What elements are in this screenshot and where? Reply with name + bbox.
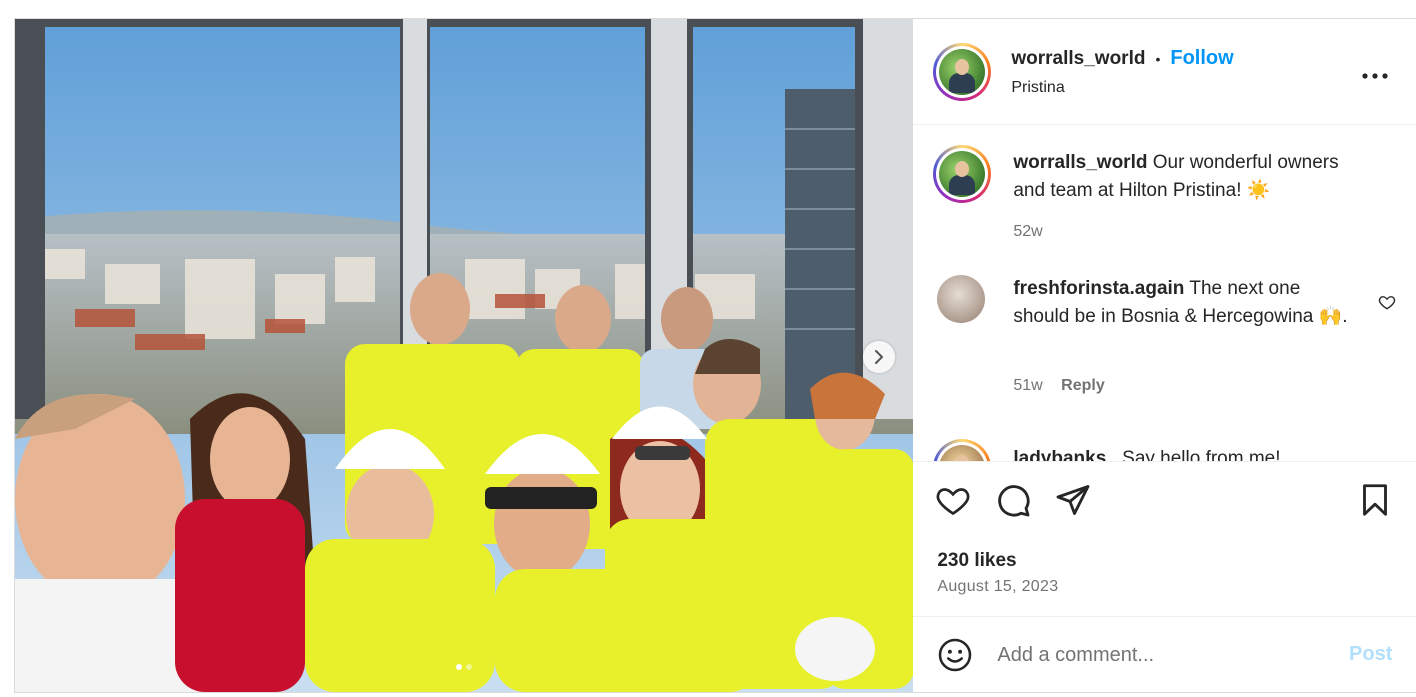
like-heart-icon[interactable] — [935, 482, 971, 518]
caption-text: worralls_world Our wonderful owners and … — [1013, 149, 1353, 205]
reply-button[interactable]: Reply — [1061, 377, 1105, 394]
add-comment-bar: Post — [913, 616, 1416, 692]
carousel-dot-active — [456, 664, 463, 670]
save-bookmark-icon[interactable] — [1357, 482, 1393, 518]
post-header: worralls_world • Follow Pristina — [913, 19, 1416, 125]
more-horizontal-icon — [1362, 73, 1388, 79]
comment-username[interactable]: ladybanks_ — [1013, 448, 1117, 461]
comments-list[interactable]: worralls_world Our wonderful owners and … — [913, 125, 1416, 461]
comment-text: freshforinsta.again The next one should … — [1013, 275, 1353, 331]
like-comment-heart-icon[interactable] — [1378, 293, 1396, 311]
post-date[interactable]: August 15, 2023 — [937, 578, 1058, 596]
comment-username[interactable]: freshforinsta.again — [1013, 278, 1184, 299]
comment-meta: 51w Reply — [1013, 377, 1104, 395]
post-comment-button[interactable]: Post — [1349, 643, 1392, 666]
post-details-panel: worralls_world • Follow Pristina worrall… — [913, 19, 1416, 692]
carousel-indicator — [15, 664, 913, 670]
post-actions: 230 likes August 15, 2023 — [913, 461, 1416, 619]
follow-button[interactable]: Follow — [1170, 47, 1233, 70]
next-slide-button[interactable] — [863, 341, 895, 373]
group-selfie-image — [15, 19, 914, 692]
commenter-avatar[interactable] — [933, 439, 992, 461]
caption-author-avatar[interactable] — [933, 145, 992, 203]
add-comment-input[interactable] — [997, 639, 1328, 671]
likes-count[interactable]: 230 likes — [937, 550, 1016, 572]
caption-age: 52w — [1013, 223, 1043, 240]
author-avatar[interactable] — [933, 43, 992, 101]
author-username[interactable]: worralls_world — [1011, 48, 1145, 70]
caption-username[interactable]: worralls_world — [1013, 152, 1147, 173]
post-photo[interactable] — [15, 19, 914, 692]
share-paper-plane-icon[interactable] — [1055, 482, 1091, 518]
more-options-button[interactable] — [1362, 59, 1388, 85]
comment-text: ladybanks_ Say hello from me! — [1013, 445, 1353, 461]
chevron-right-icon — [875, 350, 883, 364]
emoji-icon[interactable] — [937, 637, 973, 673]
post-location[interactable]: Pristina — [1011, 79, 1064, 97]
instagram-post: worralls_world • Follow Pristina worrall… — [14, 18, 1416, 693]
comment-body: Say hello from me! — [1122, 448, 1281, 461]
comment-age: 51w — [1013, 377, 1043, 394]
separator-dot: • — [1155, 50, 1161, 67]
carousel-dot — [466, 664, 473, 670]
comment-bubble-icon[interactable] — [995, 482, 1031, 518]
commenter-avatar[interactable] — [937, 275, 986, 323]
